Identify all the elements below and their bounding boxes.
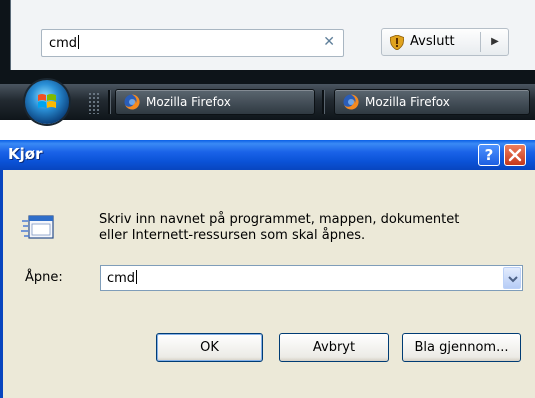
ok-button[interactable]: OK bbox=[156, 333, 263, 362]
firefox-icon bbox=[124, 94, 140, 110]
start-menu-right-pane: cmd ✕ Avslutt ▶ bbox=[10, 0, 535, 70]
browse-button[interactable]: Bla gjennom... bbox=[402, 333, 521, 362]
taskbar-button-firefox[interactable]: Mozilla Firefox bbox=[334, 89, 530, 115]
cancel-button[interactable]: Avbryt bbox=[279, 333, 389, 362]
taskbar: Mozilla Firefox Mozilla Firefox bbox=[0, 80, 535, 124]
open-label: Åpne: bbox=[25, 270, 63, 285]
run-dialog: Kjør ? Skriv inn navnet på programmet, m… bbox=[0, 140, 535, 398]
close-icon[interactable]: ✕ bbox=[323, 34, 335, 50]
dialog-title: Kjør bbox=[8, 145, 43, 163]
start-search-input[interactable]: cmd ✕ bbox=[41, 29, 344, 57]
shutdown-options-button[interactable]: ▶ bbox=[482, 29, 508, 55]
taskbar-grip[interactable] bbox=[88, 92, 100, 114]
open-dropdown-button[interactable] bbox=[503, 267, 521, 289]
open-input-value[interactable]: cmd bbox=[107, 270, 138, 286]
taskbar-button-label: Mozilla Firefox bbox=[365, 95, 450, 109]
chevron-down-icon bbox=[508, 276, 518, 283]
title-bar[interactable]: Kjør ? bbox=[0, 140, 535, 170]
taskbar-button-label: Mozilla Firefox bbox=[146, 95, 231, 109]
help-icon: ? bbox=[484, 146, 494, 164]
windows-flag-icon bbox=[38, 94, 56, 108]
windows-orb-icon[interactable] bbox=[25, 80, 69, 124]
description-line-2: eller Internett-ressursen som skal åpnes… bbox=[99, 228, 366, 243]
close-button[interactable] bbox=[504, 144, 526, 166]
help-button[interactable]: ? bbox=[478, 144, 500, 166]
open-combobox[interactable]: cmd bbox=[100, 265, 523, 291]
run-program-icon bbox=[21, 215, 54, 239]
taskbar-separator bbox=[322, 90, 325, 114]
shutdown-divider bbox=[480, 32, 481, 52]
taskbar-button-firefox[interactable]: Mozilla Firefox bbox=[115, 89, 315, 115]
shield-icon bbox=[390, 35, 404, 50]
start-search-text: cmd bbox=[49, 35, 80, 51]
close-icon bbox=[508, 148, 522, 162]
shutdown-button[interactable]: Avslutt bbox=[410, 34, 455, 49]
firefox-icon bbox=[343, 94, 359, 110]
start-menu: cmd ✕ Avslutt ▶ Mozilla Firefox Mozilla … bbox=[0, 0, 535, 124]
taskbar-separator bbox=[108, 90, 111, 114]
shutdown-button-group: Avslutt ▶ bbox=[381, 28, 509, 56]
description-line-1: Skriv inn navnet på programmet, mappen, … bbox=[99, 212, 460, 227]
dialog-body: Skriv inn navnet på programmet, mappen, … bbox=[0, 170, 535, 398]
start-menu-panel: cmd ✕ Avslutt ▶ bbox=[0, 0, 535, 84]
